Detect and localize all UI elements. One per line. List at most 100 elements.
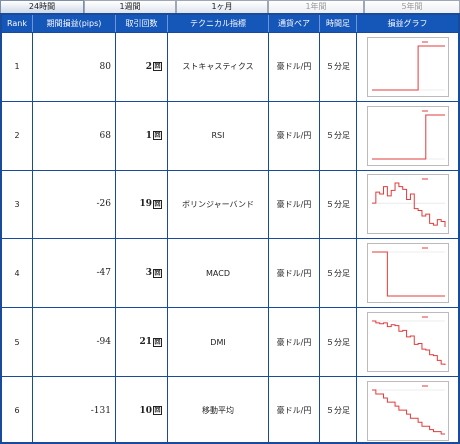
pips-cell: -94 [33,308,116,376]
pnl-graph[interactable] [366,243,449,304]
pips-cell: -47 [33,239,116,308]
header-graph: 損益グラフ [387,19,428,28]
tab-24h[interactable]: 24時間 [0,0,84,13]
header-pips: 期間損益(pips) [33,15,116,32]
pair-value: 豪ドル/円 [276,131,312,141]
pnl-graph[interactable] [366,105,449,166]
pnl-graph-svg [371,385,445,435]
pair-cell: 豪ドル/円 [269,101,320,170]
indicator-name[interactable]: MACD [206,269,230,278]
indicator-name[interactable]: ボリンジャーバンド [182,199,254,210]
pair-cell: 豪ドル/円 [269,33,320,101]
indicator-cell[interactable]: DMI [168,308,269,376]
pips-value: -47 [96,268,112,279]
count-value: 21 [139,337,152,348]
count-value: 1 [145,130,152,141]
header-rank: Rank [2,15,33,32]
table-row: 4 -47 3 回 MACD 豪ドル/円 ５分足 [2,238,458,308]
header-timeframe: 時間足 [320,15,357,32]
indicator-cell[interactable]: RSI [168,101,269,170]
indicator-cell[interactable]: ボリンジャーバンド [168,170,269,239]
rank-value: 5 [14,337,20,347]
pair-cell: 豪ドル/円 [269,377,320,444]
graph-line [371,389,445,435]
count-value: 19 [139,199,152,210]
pair-cell: 豪ドル/円 [269,239,320,308]
header-count: 取引回数 [116,15,168,32]
count-value: 3 [145,268,152,279]
indicator-cell[interactable]: MACD [168,239,269,308]
graph-line [371,45,445,91]
rank-cell: 6 [2,377,33,444]
count-value: 10 [139,405,152,416]
rank-cell: 1 [2,33,33,101]
graph-cell[interactable] [357,239,458,307]
count-unit-icon: 回 [153,199,162,209]
count-unit-icon: 回 [153,131,162,141]
rank-cell: 4 [2,239,33,308]
tab-1year[interactable]: 1年間 [268,0,364,13]
indicator-name[interactable]: ストキャスティクス [182,61,253,72]
pips-value: -26 [96,199,112,210]
pips-cell: 68 [33,101,116,170]
timeframe-value: ５分足 [326,131,350,141]
rank-value: 3 [14,199,20,209]
graph-cell[interactable] [357,377,458,444]
tab-5year[interactable]: 5年間 [364,0,460,13]
tab-1week[interactable]: 1週間 [84,0,176,13]
graph-cell[interactable] [357,33,458,101]
timeframe-value: ５分足 [326,406,350,416]
pnl-graph-svg [371,178,445,228]
pips-value: 68 [99,130,111,141]
pips-value: -131 [90,405,111,416]
graph-cell[interactable] [357,171,458,239]
pips-cell: 80 [33,33,116,101]
timeframe-value: ５分足 [326,268,350,278]
indicator-cell[interactable]: ストキャスティクス [168,33,269,101]
indicator-name[interactable]: RSI [212,131,225,140]
rank-cell: 5 [2,308,33,376]
count-unit-icon: 回 [153,337,162,347]
count-unit-icon: 回 [153,62,162,72]
pips-cell: -131 [33,377,116,444]
pair-value: 豪ドル/円 [276,268,312,278]
pair-value: 豪ドル/円 [276,199,312,209]
table-row: 1 80 2 回 ストキャスティクス 豪ドル/円 ５分足 [2,32,458,101]
table-row: 5 -94 21 回 DMI 豪ドル/円 ５分足 [2,307,458,376]
timeframe-cell: ５分足 [320,33,357,101]
pnl-graph[interactable] [366,36,449,97]
graph-line [371,320,445,366]
rank-cell: 2 [2,101,33,170]
pips-value: -94 [96,337,112,348]
indicator-name[interactable]: DMI [210,338,225,347]
timeframe-value: ５分足 [326,337,350,347]
pips-value: 80 [99,61,111,72]
graph-line [371,251,445,297]
pair-value: 豪ドル/円 [276,62,312,72]
count-value: 2 [145,61,152,72]
graph-cell[interactable] [357,102,458,170]
pair-value: 豪ドル/円 [276,406,312,416]
ranking-table: Rank 期間損益(pips) 取引回数 テクニカル指標 通貨ペア 時間足 損益… [0,13,460,444]
count-cell: 19 回 [116,170,168,239]
indicator-cell[interactable]: 移動平均 [168,377,269,444]
graph-line [371,182,445,228]
pnl-graph-svg [371,316,445,366]
pnl-graph[interactable] [366,380,449,441]
pips-cell: -26 [33,170,116,239]
table-row: 3 -26 19 回 ボリンジャーバンド 豪ドル/円 ５分足 [2,169,458,239]
pnl-graph[interactable] [366,312,449,373]
graph-cell[interactable] [357,308,458,376]
rank-value: 2 [14,131,20,141]
timeframe-cell: ５分足 [320,239,357,308]
count-cell: 21 回 [116,308,168,376]
count-cell: 10 回 [116,377,168,444]
indicator-name[interactable]: 移動平均 [202,405,234,416]
graph-line [371,114,445,160]
pnl-graph[interactable] [366,174,449,235]
rank-value: 1 [14,62,20,72]
period-tabs: 24時間 1週間 1ヶ月 1年間 5年間 [0,0,460,13]
table-row: 2 68 1 回 RSI 豪ドル/円 ５分足 [2,100,458,170]
tab-1month[interactable]: 1ヶ月 [176,0,268,13]
timeframe-cell: ５分足 [320,308,357,376]
